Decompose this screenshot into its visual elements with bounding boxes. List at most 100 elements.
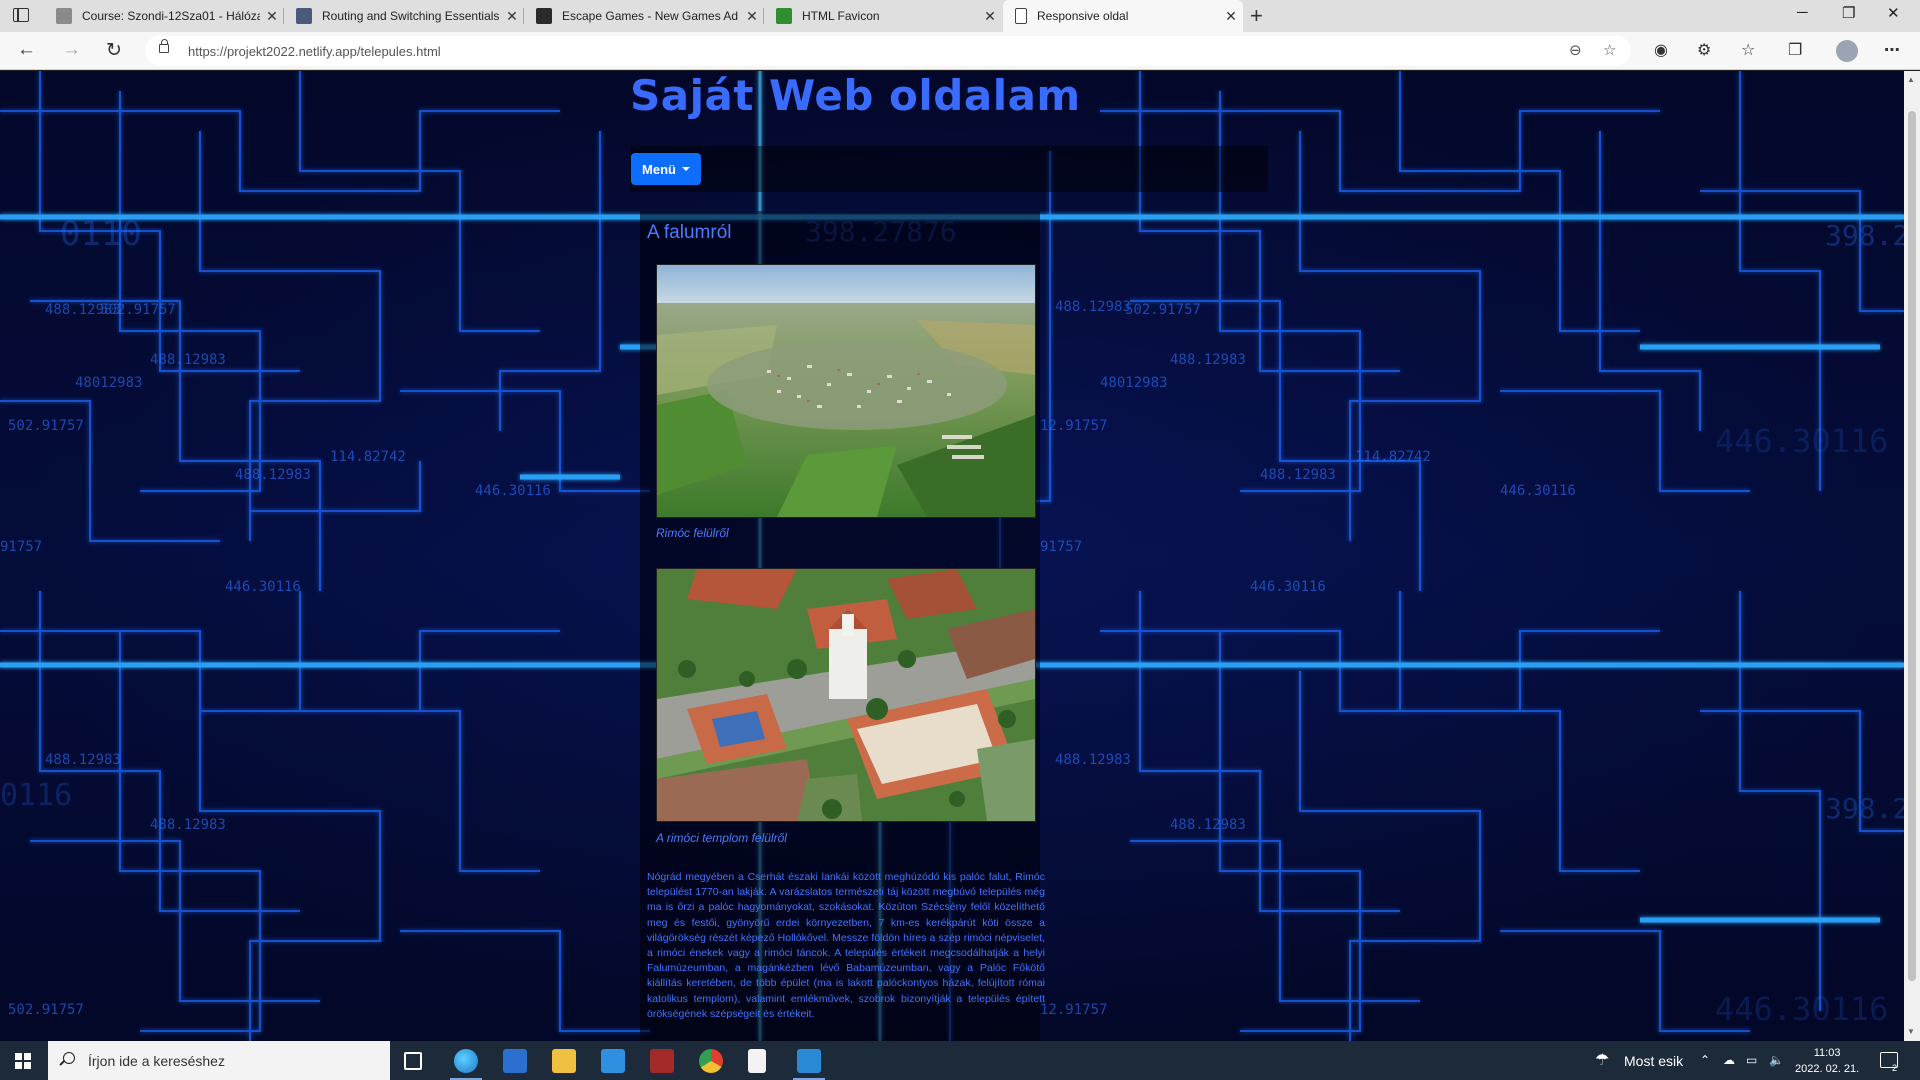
tab-title: HTML Favicon [802,9,880,23]
taskbar-search[interactable]: Írjon ide a kereséshez [48,1041,390,1080]
tab-title: Escape Games - New Games Ad [562,9,739,23]
app-icon[interactable] [650,1049,674,1073]
svg-text:502.91757: 502.91757 [8,1002,84,1018]
escape-games-favicon-icon [536,8,552,24]
back-button[interactable]: ← [17,39,36,61]
svg-text:502.91757: 502.91757 [1125,302,1201,318]
tab-close-icon[interactable]: ✕ [978,8,1002,25]
tab-close-icon[interactable]: ✕ [740,8,764,25]
menu-dropdown-button[interactable]: Menü [631,153,701,185]
weather-text[interactable]: Most esik [1624,1053,1683,1069]
tab-html-favicon[interactable]: HTML Favicon ✕ [764,0,1002,32]
svg-text:446.30116: 446.30116 [1715,990,1888,1028]
edge-browser-icon[interactable] [450,1049,482,1080]
scroll-down-icon[interactable]: ▼ [1907,1027,1915,1036]
svg-text:446.30116: 446.30116 [1715,422,1888,460]
svg-text:48012983: 48012983 [75,375,142,391]
start-button[interactable] [15,1053,31,1069]
svg-text:446.30116: 446.30116 [1500,483,1576,499]
scrollbar-thumb[interactable] [1908,111,1916,981]
village-aerial-photo [656,264,1036,518]
svg-text:114.82742: 114.82742 [330,449,406,465]
collections-icon[interactable]: ❐ [1788,40,1802,60]
svg-text:488.12983: 488.12983 [1170,352,1246,368]
svg-text:502.91757: 502.91757 [100,302,176,318]
svg-text:48012983: 48012983 [1100,375,1167,391]
lock-icon[interactable] [159,39,169,53]
onedrive-icon[interactable]: ☁ [1723,1053,1735,1067]
reload-button[interactable]: ↻ [106,39,122,62]
new-tab-button[interactable]: + [1250,3,1263,29]
chrome-icon[interactable] [699,1049,723,1073]
tab-escape-games[interactable]: Escape Games - New Games Ad ✕ [524,0,764,32]
close-window-button[interactable]: ✕ [1887,4,1900,22]
clock-time: 11:03 [1813,1047,1841,1059]
svg-text:114.82742: 114.82742 [1355,449,1431,465]
page-scrollbar[interactable]: ▲ ▼ [1904,71,1920,1041]
minimize-button[interactable]: ─ [1797,4,1808,21]
svg-text:488.12983: 488.12983 [1170,817,1246,833]
svg-text:0116: 0116 [0,778,72,813]
clock-date: 2022. 02. 21. [1795,1063,1860,1075]
windows-taskbar: Írjon ide a kereséshez ☂ Most esik ⌃ ☁ ▭… [0,1041,1920,1080]
svg-text:502.91757: 502.91757 [8,418,84,434]
tab-title: Responsive oldal [1037,9,1129,23]
favorite-add-icon[interactable]: ☆ [1603,41,1616,59]
tab-course[interactable]: Course: Szondi-12Sza01 - Hálóza ✕ [44,0,284,32]
svg-text:446.30116: 446.30116 [475,483,551,499]
clock[interactable]: 11:03 2022. 02. 21. [1795,1045,1859,1077]
tab-bar: Course: Szondi-12Sza01 - Hálóza ✕ Routin… [0,0,1920,32]
file-explorer-icon[interactable] [552,1049,576,1073]
notepad-icon[interactable] [748,1049,766,1073]
tab-responsive-oldal[interactable]: Responsive oldal ✕ [1003,0,1243,32]
notification-count: 2 [1892,1063,1898,1073]
tab-close-icon[interactable]: ✕ [500,8,524,25]
moodle-favicon-icon [56,8,72,24]
network-icon[interactable]: ▭ [1746,1053,1757,1067]
svg-text:488.12983: 488.12983 [1260,467,1336,483]
task-view-icon[interactable] [404,1052,422,1070]
svg-text:488.12983: 488.12983 [150,352,226,368]
caret-down-icon [681,167,690,171]
more-icon[interactable]: ⋯ [1884,40,1900,60]
favorites-icon[interactable]: ☆ [1741,40,1755,60]
site-title: Saját Web oldalam [630,71,1081,120]
restore-button[interactable]: ❐ [1842,4,1855,22]
tab-close-icon[interactable]: ✕ [260,8,284,25]
svg-text:488.12983: 488.12983 [1055,299,1131,315]
svg-text:12.91757: 12.91757 [1040,418,1107,434]
svg-text:12.91757: 12.91757 [1040,1002,1107,1018]
svg-text:398.27: 398.27 [1825,792,1904,825]
store-icon[interactable] [503,1049,527,1073]
web-page: 0110 488.12983 502.91757 488.12983 4801298… [0,71,1904,1041]
search-icon [63,1052,75,1064]
read-aloud-icon[interactable]: ◉ [1654,40,1668,60]
tab-routing[interactable]: Routing and Switching Essentials ✕ [284,0,524,32]
url-text[interactable]: https://projekt2022.netlify.app/telepule… [188,44,441,59]
forward-button[interactable]: → [62,39,81,61]
menu-label: Menü [642,161,676,177]
tab-title: Course: Szondi-12Sza01 - Hálóza [82,9,260,23]
page-favicon-icon [1015,8,1027,24]
mail-icon[interactable] [601,1049,625,1073]
tab-actions-icon[interactable] [13,8,29,22]
profile-icon[interactable] [1836,40,1858,62]
tab-title: Routing and Switching Essentials [322,9,500,23]
volume-icon[interactable]: 🔈 [1769,1053,1784,1067]
extensions-icon[interactable]: ⚙ [1697,40,1711,60]
netacad-favicon-icon [296,8,312,24]
svg-text:446.30116: 446.30116 [225,579,301,595]
address-bar[interactable]: https://projekt2022.netlify.app/telepule… [145,36,1631,66]
zoom-icon[interactable]: ⊖ [1569,41,1582,59]
svg-text:446.30116: 446.30116 [1250,579,1326,595]
svg-text:91757: 91757 [0,539,42,555]
show-hidden-icons-icon[interactable]: ⌃ [1700,1053,1710,1067]
tab-close-icon[interactable]: ✕ [1219,8,1243,25]
w3schools-favicon-icon [776,8,792,24]
photo-caption: Rimóc felülről [656,526,729,540]
search-placeholder: Írjon ide a kereséshez [88,1053,225,1069]
vscode-icon[interactable] [793,1049,825,1080]
church-aerial-photo [656,568,1036,822]
weather-icon[interactable]: ☂ [1595,1050,1609,1070]
scroll-up-icon[interactable]: ▲ [1907,75,1915,84]
